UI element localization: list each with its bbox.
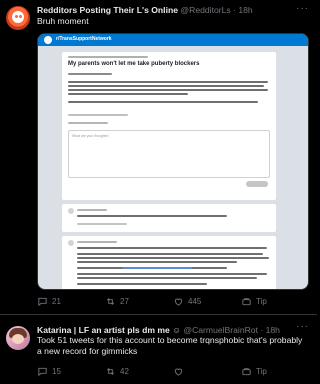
avatar[interactable] xyxy=(6,6,30,30)
more-options-icon[interactable]: ··· xyxy=(296,321,309,332)
more-options-icon[interactable]: ··· xyxy=(296,3,309,14)
heart-icon xyxy=(174,298,183,306)
tweet[interactable]: Redditors Posting Their L's Online @Redd… xyxy=(0,0,317,313)
retweet-icon xyxy=(106,298,115,305)
embedded-screenshot[interactable]: r/TransSupportNetwork My parents won't l… xyxy=(37,33,309,290)
tip-button[interactable]: Tip xyxy=(241,296,267,307)
author-name[interactable]: Redditors Posting Their L's Online xyxy=(37,5,178,15)
post-card: My parents won't let me take puberty blo… xyxy=(62,52,276,200)
retweet-button[interactable]: 42 xyxy=(105,366,129,377)
like-button[interactable]: 445 xyxy=(173,296,201,307)
tweet[interactable]: Katarina | LF an artist pls dm me ☺ @Car… xyxy=(0,318,317,384)
subreddit-name: r/TransSupportNetwork xyxy=(56,36,112,42)
tip-icon xyxy=(242,298,251,306)
tweet-time[interactable]: 18h xyxy=(238,5,252,15)
subreddit-icon xyxy=(44,36,52,44)
comment-card xyxy=(62,204,276,232)
like-count: 445 xyxy=(188,297,202,306)
retweet-count: 27 xyxy=(120,297,129,306)
reply-button[interactable]: 15 xyxy=(37,366,61,377)
tip-icon xyxy=(242,368,251,376)
reddit-alien-icon xyxy=(12,11,24,23)
retweet-button[interactable]: 27 xyxy=(105,296,129,307)
comment-card xyxy=(62,236,276,289)
tweet-header: Katarina | LF an artist pls dm me ☺ @Car… xyxy=(37,325,280,335)
tweet-text: Took 51 tweets for this account to becom… xyxy=(37,335,303,356)
retweet-count: 42 xyxy=(120,367,129,376)
comment-placeholder: What are your thoughts? xyxy=(72,134,110,138)
tip-label: Tip xyxy=(256,297,267,306)
tip-button[interactable]: Tip xyxy=(241,366,267,377)
emoji-icon: ☺ xyxy=(172,325,181,335)
reply-button[interactable]: 21 xyxy=(37,296,61,307)
author-name[interactable]: Katarina | LF an artist pls dm me xyxy=(37,325,170,335)
divider xyxy=(0,314,317,315)
tweet-text: Bruh moment xyxy=(37,16,89,26)
like-button[interactable] xyxy=(173,366,188,377)
tip-label: Tip xyxy=(256,367,267,376)
avatar[interactable] xyxy=(6,326,30,350)
reddit-header-bar: r/TransSupportNetwork xyxy=(38,34,308,46)
heart-icon xyxy=(174,368,183,376)
tweet-time[interactable]: 18h xyxy=(266,325,280,335)
author-handle[interactable]: @CarmuelBrainRot xyxy=(183,325,258,335)
tweet-actions: 21 27 445 Tip xyxy=(37,296,309,310)
post-title: My parents won't let me take puberty blo… xyxy=(68,61,200,67)
reply-icon xyxy=(38,367,47,377)
tweet-actions: 15 42 Tip xyxy=(37,366,309,380)
reply-count: 15 xyxy=(52,367,61,376)
author-handle[interactable]: @RedditorLs xyxy=(180,5,230,15)
comment-button[interactable] xyxy=(246,181,268,187)
reply-icon xyxy=(38,297,47,307)
retweet-icon xyxy=(106,368,115,375)
tweet-header: Redditors Posting Their L's Online @Redd… xyxy=(37,5,253,15)
reply-count: 21 xyxy=(52,297,61,306)
